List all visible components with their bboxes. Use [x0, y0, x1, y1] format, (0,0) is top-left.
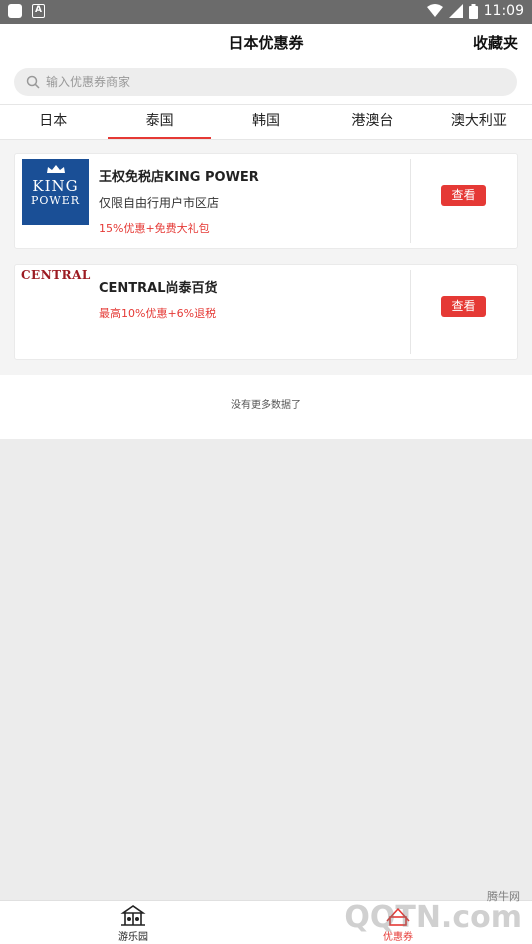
search-bar[interactable]	[14, 68, 517, 96]
crown-icon	[46, 165, 65, 173]
signal-icon	[448, 4, 463, 18]
view-button[interactable]: 查看	[441, 185, 486, 206]
country-tabs: 日本 泰国 韩国 港澳台 澳大利亚	[0, 104, 532, 140]
watermark: 腾牛网 QQTN.com	[320, 886, 532, 944]
tab-australia[interactable]: 澳大利亚	[426, 105, 532, 139]
tab-label: 游乐园	[118, 932, 148, 943]
status-bar: A 11:09	[0, 0, 532, 24]
king-power-logo: KING POWER	[22, 159, 89, 225]
view-button[interactable]: 查看	[441, 296, 486, 317]
logo-line-2: POWER	[30, 194, 81, 207]
search-section	[0, 60, 532, 104]
coupon-name: CENTRAL尚泰百货	[99, 281, 218, 296]
no-more-data-text: 没有更多数据了	[0, 375, 532, 439]
tab-thailand[interactable]: 泰国	[106, 105, 212, 139]
coupon-desc: 仅限自由行用户市区店	[99, 196, 220, 210]
search-icon	[26, 75, 40, 89]
battery-icon	[468, 3, 478, 19]
coupon-list: KING POWER 王权免税店KING POWER 仅限自由行用户市区店 15…	[0, 140, 532, 375]
wifi-icon	[426, 4, 443, 17]
central-logo: CENTRAL	[21, 268, 91, 282]
tab-hk-macau-taiwan[interactable]: 港澳台	[319, 105, 425, 139]
favorites-button[interactable]: 收藏夹	[473, 32, 518, 53]
card-divider	[410, 159, 411, 243]
tab-japan[interactable]: 日本	[0, 105, 106, 139]
status-time: 11:09	[483, 3, 524, 19]
park-icon	[120, 905, 146, 926]
tab-amusement-park[interactable]: 游乐园	[103, 905, 163, 943]
coupon-card[interactable]: KING POWER 王权免税店KING POWER 仅限自由行用户市区店 15…	[14, 153, 518, 249]
app-notification-icon: A	[32, 4, 45, 18]
coupon-name: 王权免税店KING POWER	[99, 170, 259, 185]
card-divider	[410, 270, 411, 354]
coupon-promo: 15%优惠+免费大礼包	[99, 222, 210, 235]
top-bar: 日本优惠券 收藏夹	[0, 24, 532, 60]
notification-icon	[8, 4, 22, 18]
page-title: 日本优惠券	[228, 34, 304, 52]
watermark-text: QQTN.com	[344, 900, 522, 935]
logo-line-1: KING	[32, 177, 79, 195]
search-input[interactable]	[46, 75, 486, 89]
tab-korea[interactable]: 韩国	[213, 105, 319, 139]
coupon-promo: 最高10%优惠+6%退税	[99, 307, 217, 320]
coupon-card[interactable]: CENTRAL CENTRAL尚泰百货 最高10%优惠+6%退税 查看	[14, 264, 518, 360]
